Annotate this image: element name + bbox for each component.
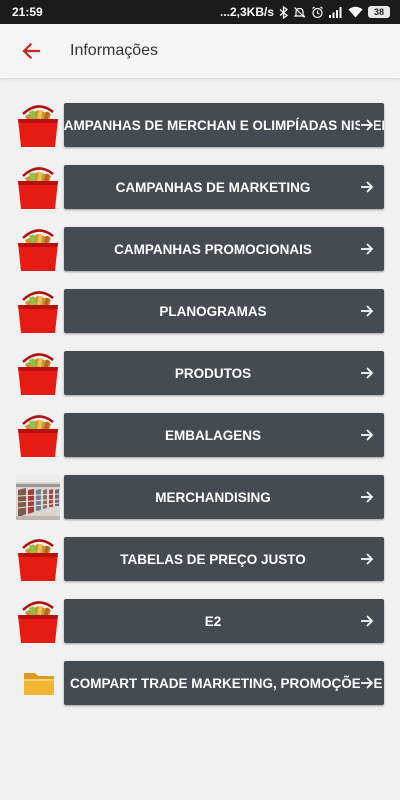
item-button[interactable]: MERCHANDISING <box>64 475 384 519</box>
list-item: PRODUTOS <box>0 350 400 396</box>
item-label: TABELAS DE PREÇO JUSTO <box>120 551 306 567</box>
status-bar: 21:59 ...2,3KB/s 38 <box>0 0 400 24</box>
item-label: MERCHANDISING <box>155 489 271 505</box>
basket-icon <box>18 353 58 395</box>
arrow-right-icon <box>360 428 374 442</box>
list-item: CAMPANHAS PROMOCIONAIS <box>0 226 400 272</box>
app-bar: Informações <box>0 24 400 78</box>
arrow-right-icon <box>360 614 374 628</box>
wifi-icon <box>348 6 363 18</box>
basket-icon <box>18 291 58 333</box>
list-item: EMBALAGENS <box>0 412 400 458</box>
item-button[interactable]: CAMPANHAS DE MARKETING <box>64 165 384 209</box>
arrow-right-icon <box>360 366 374 380</box>
list-item: E2 <box>0 598 400 644</box>
item-button[interactable]: CAMPANHAS PROMOCIONAIS <box>64 227 384 271</box>
list-item: CAMPANHAS DE MERCHAN E OLIMPÍADAS NISSEI <box>0 102 400 148</box>
item-label: COMPART TRADE MARKETING, PROMOÇÕES E <box>70 675 383 691</box>
arrow-right-icon <box>360 304 374 318</box>
arrow-right-icon <box>360 118 374 132</box>
item-label: CAMPANHAS PROMOCIONAIS <box>114 241 312 257</box>
item-button[interactable]: CAMPANHAS DE MERCHAN E OLIMPÍADAS NISSEI <box>64 103 384 147</box>
arrow-left-icon <box>22 43 40 59</box>
basket-icon <box>18 229 58 271</box>
folder-icon <box>24 673 54 695</box>
basket-icon <box>18 105 58 147</box>
bluetooth-icon <box>279 5 288 19</box>
list-item: MERCHANDISING <box>0 474 400 520</box>
list-item: PLANOGRAMAS <box>0 288 400 334</box>
list-item: TABELAS DE PREÇO JUSTO <box>0 536 400 582</box>
basket-icon <box>18 601 58 643</box>
item-label: PRODUTOS <box>174 365 252 381</box>
item-button[interactable]: EMBALAGENS <box>64 413 384 457</box>
item-button[interactable]: E2 <box>64 599 384 643</box>
item-button[interactable]: COMPART TRADE MARKETING, PROMOÇÕES E <box>64 661 384 705</box>
status-icons: ...2,3KB/s 38 <box>220 5 390 19</box>
arrow-right-icon <box>360 180 374 194</box>
item-label: CAMPANHAS DE MERCHAN E OLIMPÍADAS NISSEI <box>64 117 384 133</box>
page-title: Informações <box>70 42 159 59</box>
arrow-right-icon <box>360 490 374 504</box>
basket-icon <box>18 167 58 209</box>
item-button[interactable]: PLANOGRAMAS <box>64 289 384 333</box>
arrow-right-icon <box>360 552 374 566</box>
item-label: E2 <box>204 613 222 629</box>
back-button[interactable] <box>11 31 51 71</box>
item-button[interactable]: TABELAS DE PREÇO JUSTO <box>64 537 384 581</box>
alarm-icon <box>312 6 323 18</box>
mute-icon <box>293 6 306 18</box>
list-item: COMPART TRADE MARKETING, PROMOÇÕES E <box>0 660 400 706</box>
store-shelves-photo <box>16 474 60 520</box>
basket-icon <box>18 539 58 581</box>
arrow-right-icon <box>360 676 374 690</box>
arrow-right-icon <box>360 242 374 256</box>
basket-icon <box>18 415 58 457</box>
item-label: PLANOGRAMAS <box>159 303 267 319</box>
item-label: EMBALAGENS <box>164 427 261 443</box>
item-label: CAMPANHAS DE MARKETING <box>115 179 311 195</box>
status-time: 21:59 <box>12 5 43 19</box>
list-item: CAMPANHAS DE MARKETING <box>0 164 400 210</box>
battery-icon: 38 <box>368 6 390 18</box>
signal-icon <box>329 7 342 18</box>
item-button[interactable]: PRODUTOS <box>64 351 384 395</box>
network-speed: ...2,3KB/s <box>219 5 274 19</box>
